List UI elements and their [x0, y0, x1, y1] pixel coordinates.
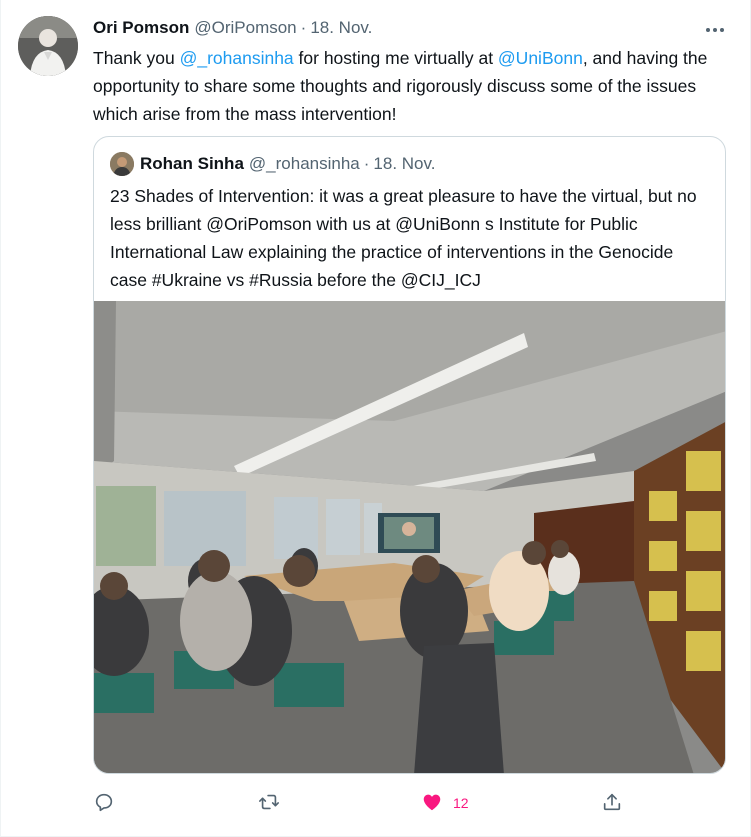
quoted-author-handle: @_rohansinha [248, 154, 360, 173]
tweet-text-part: Thank you [93, 48, 180, 68]
author-avatar[interactable] [18, 16, 78, 76]
like-button[interactable]: 12 [421, 788, 469, 818]
lecture-room-photo[interactable] [94, 301, 725, 773]
quoted-author-name: Rohan Sinha [140, 154, 244, 173]
heart-icon [421, 791, 443, 816]
quoted-tweet-header: Rohan Sinha @_rohansinha · 18. Nov. [110, 152, 435, 176]
retweet-icon [258, 791, 280, 816]
author-handle[interactable]: @OriPomson [194, 18, 296, 38]
mention-link-unibonn[interactable]: @UniBonn [498, 48, 583, 68]
tweet-text-part: for hosting me virtually at [293, 48, 498, 68]
quoted-tweet-text: 23 Shades of Intervention: it was a grea… [110, 186, 697, 290]
tweet-actions: 12 [93, 788, 633, 818]
retweet-button[interactable] [258, 788, 290, 818]
tweet-card[interactable]: Ori Pomson @OriPomson · 18. Nov. Thank y… [0, 0, 751, 837]
author-name[interactable]: Ori Pomson [93, 18, 189, 38]
share-button[interactable] [601, 788, 623, 818]
more-icon[interactable] [701, 20, 729, 40]
quoted-tweet[interactable]: Rohan Sinha @_rohansinha · 18. Nov. 23 S… [93, 136, 726, 774]
quoted-tweet-date: 18. Nov. [373, 154, 436, 173]
tweet-date[interactable]: 18. Nov. [310, 18, 372, 38]
share-icon [601, 791, 623, 816]
separator-dot: · [363, 154, 370, 173]
quoted-author-avatar [110, 152, 134, 176]
mention-link-rohansinha[interactable]: @_rohansinha [180, 48, 294, 68]
tweet-text: Thank you @_rohansinha for hosting me vi… [93, 44, 733, 128]
tweet-header: Ori Pomson @OriPomson · 18. Nov. [93, 18, 372, 40]
like-count: 12 [453, 795, 469, 811]
reply-button[interactable] [93, 788, 125, 818]
reply-icon [93, 791, 115, 816]
separator-dot: · [300, 18, 307, 37]
